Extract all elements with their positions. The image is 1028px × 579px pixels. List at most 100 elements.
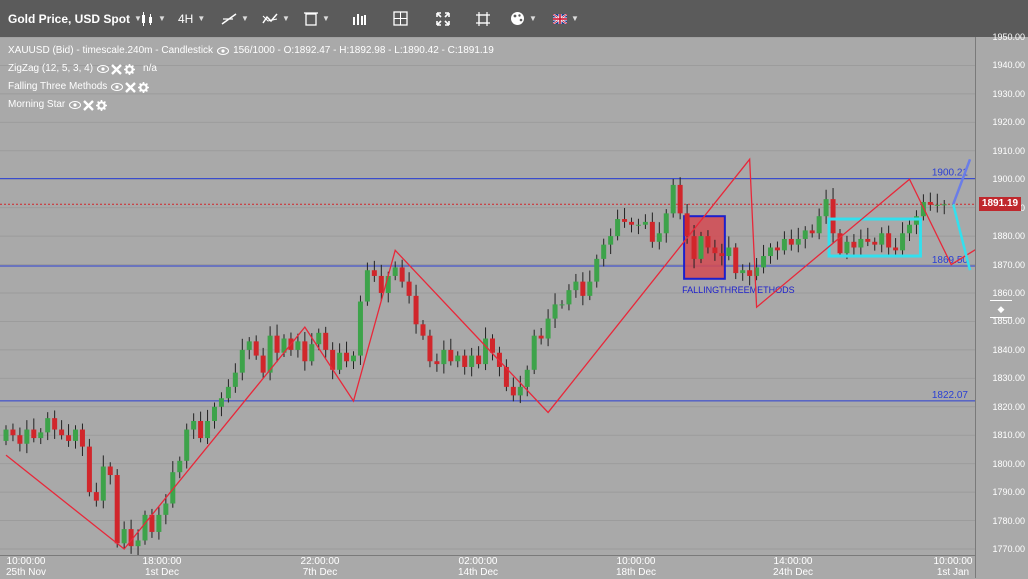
time-tick-date: 18th Dec [615, 567, 657, 578]
candle-body [788, 238, 794, 245]
candle-body [823, 199, 829, 217]
price-tick-label: 1880.00 [992, 231, 1025, 242]
candle-body [3, 429, 9, 441]
candle-body [455, 355, 461, 362]
candle-body [79, 429, 85, 447]
candle-body [781, 238, 787, 251]
scale-handle-icon[interactable]: ◆ [990, 300, 1012, 318]
chevron-down-icon: ▼ [322, 14, 330, 23]
close-icon[interactable] [111, 63, 122, 75]
candle-body [490, 338, 495, 353]
candle-body [538, 335, 544, 339]
candle-body [900, 233, 906, 251]
gear-icon[interactable] [124, 63, 136, 75]
time-tick-date: 7th Dec [302, 567, 338, 578]
timeframe-button[interactable]: 4H ▼ [178, 0, 205, 37]
candle-body [441, 349, 447, 365]
candle-body [649, 221, 655, 242]
layout-button[interactable] [393, 0, 408, 37]
candle-body [93, 492, 99, 501]
candle-body [309, 344, 315, 362]
price-tick-label: 1940.00 [992, 60, 1025, 71]
gear-icon[interactable] [96, 99, 108, 111]
candle-body [59, 429, 65, 436]
time-tick-label: 02:00:00 14th Dec [458, 556, 498, 578]
price-axis[interactable]: 1950.00 1940.00 1930.00 1920.00 1910.00 1900.… [975, 32, 1028, 578]
time-tick-label: 10:00:00 18th Dec [616, 556, 656, 578]
price-tick-label: 1830.00 [992, 373, 1025, 384]
current-price-badge: 1891.19 [979, 197, 1021, 212]
indicators-button[interactable]: ▼ [262, 0, 290, 37]
close-icon[interactable] [125, 81, 137, 93]
time-axis[interactable]: 10:00:00 25th Nov 18:00:00 1st Dec 22:00:00 7… [0, 555, 975, 579]
price-chart[interactable]: 1900.211869.501822.07FALLINGTHREEMETHODS [0, 36, 1028, 556]
language-button[interactable]: ▼ [553, 0, 579, 37]
time-tick-date: 1st Jan [936, 567, 970, 578]
candle-body [434, 361, 440, 365]
time-tick-date: 25th Nov [5, 567, 47, 578]
time-tick-time: 10:00:00 [6, 556, 46, 567]
falling-three-methods-box [683, 215, 726, 280]
candle-body [886, 233, 892, 248]
candle-body [17, 435, 23, 444]
legend-zigzag-value: n/a [143, 63, 157, 74]
candle-body [510, 386, 516, 396]
volume-button[interactable] [352, 0, 366, 37]
time-tick-time: 10:00:00 [616, 556, 656, 567]
eye-icon[interactable] [97, 65, 110, 73]
candle-body [191, 421, 197, 430]
price-tick-label: 1800.00 [992, 458, 1025, 469]
candle-body [364, 270, 370, 302]
symbol-selector[interactable]: Gold Price, USD Spot ▼ [8, 0, 142, 37]
theme-button[interactable]: ▼ [510, 0, 537, 37]
fullscreen-button[interactable] [436, 0, 450, 37]
price-tick-label: 1900.00 [992, 174, 1025, 185]
candle-body [698, 236, 704, 259]
chevron-down-icon: ▼ [529, 14, 537, 23]
time-tick-label: 10:00:00 25th Nov [6, 556, 46, 578]
candle-body [399, 267, 405, 282]
candle-body [747, 270, 753, 276]
gear-icon[interactable] [138, 81, 150, 93]
price-tick-label: 1920.00 [992, 117, 1025, 128]
candle-body [691, 236, 697, 259]
time-tick-time: 14:00:00 [773, 556, 813, 567]
legend-morning-label: Morning Star [8, 99, 66, 110]
candle-body [413, 295, 419, 325]
chart-type-button[interactable]: ▼ [140, 0, 166, 37]
eye-icon[interactable] [69, 101, 82, 109]
candle-body [531, 335, 537, 370]
chart-plot-area[interactable]: 1900.21 1869.50 1822.07 FALLINGTHREEMETHODS [0, 36, 1028, 556]
candle-body [795, 238, 801, 245]
fit-screen-icon [476, 11, 490, 26]
candle-body [371, 270, 377, 276]
candle-body [594, 258, 600, 282]
time-tick-time: 18:00:00 [142, 556, 182, 567]
candle-body [872, 241, 878, 245]
drawing-line-icon [221, 12, 237, 25]
price-tick-label: 1780.00 [992, 515, 1025, 526]
candle-body [295, 341, 301, 350]
eye-icon[interactable] [111, 83, 124, 91]
candle-body [851, 241, 857, 248]
candle-body [476, 355, 482, 365]
chevron-down-icon: ▼ [571, 14, 579, 23]
eye-icon[interactable] [217, 47, 230, 55]
candle-body [663, 213, 669, 234]
time-tick-label: 14:00:00 24th Dec [773, 556, 813, 578]
candle-body [212, 406, 217, 421]
drawing-tools-button[interactable]: ▼ [221, 0, 249, 37]
fit-screen-button[interactable] [476, 0, 490, 37]
candle-body [705, 236, 711, 248]
delete-button[interactable]: ▼ [304, 0, 330, 37]
projection-arrow-up [952, 158, 972, 205]
candle-body [934, 204, 940, 206]
candle-body [524, 369, 530, 387]
candle-body [726, 247, 732, 257]
candle-body [253, 341, 259, 356]
close-icon[interactable] [83, 99, 95, 111]
legend-zigzag-label: ZigZag (12, 5, 3, 4) [8, 63, 94, 74]
candle-body [907, 224, 912, 234]
level-line-low-label: 1822.07 [932, 390, 969, 401]
symbol-label: Gold Price, USD Spot [8, 11, 131, 26]
